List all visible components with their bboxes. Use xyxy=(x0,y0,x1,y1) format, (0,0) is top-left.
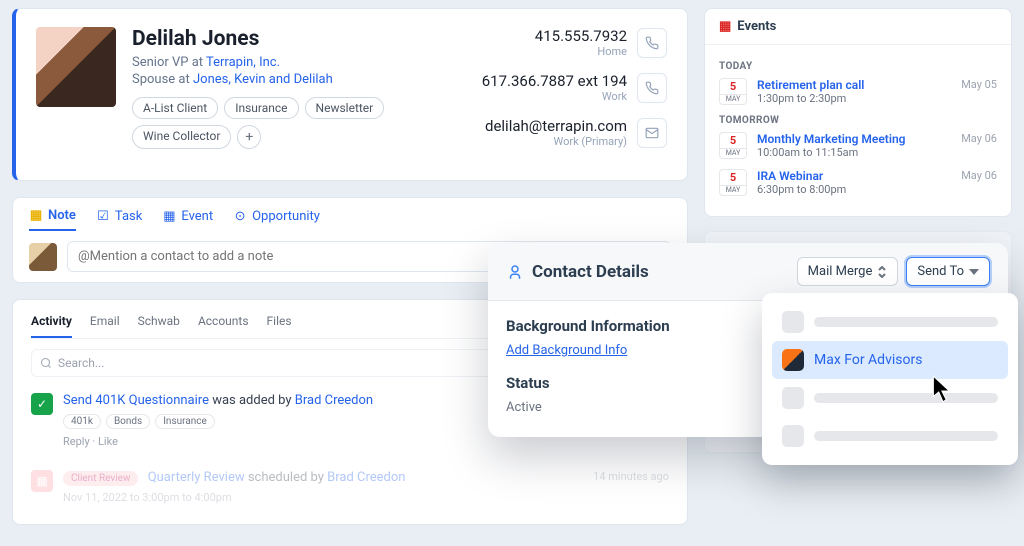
event-row[interactable]: 5MAY IRA Webinar 6:30pm to 8:00pm May 06 xyxy=(719,169,997,196)
activity-tab-email[interactable]: Email xyxy=(90,314,120,338)
contact-relation-line: Spouse at Jones, Kevin and Delilah xyxy=(132,72,482,87)
date-chip: 5MAY xyxy=(719,169,747,196)
dropdown-option-placeholder[interactable] xyxy=(772,379,1008,417)
phone-work-value: 617.366.7887 ext 194 xyxy=(482,72,627,90)
activity-tab-schwab[interactable]: Schwab xyxy=(138,314,180,338)
activity-text: scheduled by xyxy=(245,470,328,485)
task-icon: ☑ xyxy=(96,210,110,224)
add-tag-button[interactable]: + xyxy=(237,125,261,149)
activity-tab-accounts[interactable]: Accounts xyxy=(198,314,249,338)
dropdown-option-placeholder[interactable] xyxy=(772,303,1008,341)
email-label: Work (Primary) xyxy=(485,135,627,148)
contact-name: Delilah Jones xyxy=(132,27,482,51)
events-group-tomorrow: TOMORROW xyxy=(719,115,997,126)
activity-tab-files[interactable]: Files xyxy=(267,314,292,338)
tag[interactable]: Newsletter xyxy=(305,97,385,119)
contact-role-text: Senior VP at xyxy=(132,55,206,70)
event-time: 6:30pm to 8:00pm xyxy=(757,183,951,196)
activity-item: ▦ Client Review Quarterly Review schedul… xyxy=(31,464,669,510)
email-button[interactable] xyxy=(637,118,667,148)
mail-merge-label: Mail Merge xyxy=(808,264,873,279)
tab-opportunity[interactable]: ⊙ Opportunity xyxy=(233,208,320,231)
contact-tags: A-List Client Insurance Newsletter Wine … xyxy=(132,97,482,149)
tab-opportunity-label: Opportunity xyxy=(252,209,320,224)
tab-event-label: Event xyxy=(181,209,213,224)
dropdown-option-placeholder[interactable] xyxy=(772,417,1008,455)
sort-icon xyxy=(877,266,887,278)
contact-role-line: Senior VP at Terrapin, Inc. xyxy=(132,55,482,70)
current-user-avatar xyxy=(29,243,57,271)
activity-search-placeholder: Search... xyxy=(58,356,104,370)
activity-link[interactable]: Send 401K Questionnaire xyxy=(63,393,209,408)
activity-sub: Nov 11, 2022 to 3:00pm to 4:00pm xyxy=(63,491,583,504)
search-icon xyxy=(40,357,52,369)
events-group-today: TODAY xyxy=(719,61,997,72)
events-panel: ▦ Events TODAY 5MAY Retirement plan call… xyxy=(704,8,1012,217)
event-title: Monthly Marketing Meeting xyxy=(757,132,951,146)
send-to-label: Send To xyxy=(917,264,964,279)
call-work-button[interactable] xyxy=(637,73,667,103)
contact-company-link[interactable]: Terrapin, Inc. xyxy=(206,55,280,70)
event-icon: ▦ xyxy=(162,210,176,224)
event-title: Retirement plan call xyxy=(757,78,951,92)
tab-task[interactable]: ☑ Task xyxy=(96,208,142,231)
activity-title: Client Review Quarterly Review scheduled… xyxy=(63,470,583,485)
events-title: Events xyxy=(737,19,776,34)
phone-home-label: Home xyxy=(535,45,627,58)
contact-relation-text: Spouse at xyxy=(132,72,193,87)
activity-tag[interactable]: Insurance xyxy=(155,414,215,429)
event-date: May 05 xyxy=(961,78,997,91)
tag[interactable]: Wine Collector xyxy=(132,125,231,149)
contact-relation-link[interactable]: Jones, Kevin and Delilah xyxy=(193,72,333,87)
event-row[interactable]: 5MAY Monthly Marketing Meeting 10:00am t… xyxy=(719,132,997,159)
event-row[interactable]: 5MAY Retirement plan call 1:30pm to 2:30… xyxy=(719,78,997,105)
activity-link[interactable]: Quarterly Review xyxy=(148,470,245,485)
calendar-icon: ▦ xyxy=(719,19,731,34)
chevron-down-icon xyxy=(969,269,979,275)
activity-user-link[interactable]: Brad Creedon xyxy=(295,393,373,408)
activity-text: was added by xyxy=(209,393,295,408)
event-time: 1:30pm to 2:30pm xyxy=(757,92,951,105)
person-icon xyxy=(506,263,524,281)
phone-work-label: Work xyxy=(482,90,627,103)
mail-merge-button[interactable]: Mail Merge xyxy=(797,257,899,286)
date-chip: 5MAY xyxy=(719,132,747,159)
event-time: 10:00am to 11:15am xyxy=(757,146,951,159)
opportunity-icon: ⊙ xyxy=(233,210,247,224)
activity-badge-calendar-icon: ▦ xyxy=(31,470,53,492)
tab-note[interactable]: ▦ Note xyxy=(29,208,76,231)
tag[interactable]: A-List Client xyxy=(132,97,218,119)
tab-event[interactable]: ▦ Event xyxy=(162,208,213,231)
tag[interactable]: Insurance xyxy=(224,97,298,119)
contact-header-card: Delilah Jones Senior VP at Terrapin, Inc… xyxy=(12,8,688,181)
tab-note-label: Note xyxy=(48,208,76,223)
tab-task-label: Task xyxy=(115,209,142,224)
event-date: May 06 xyxy=(961,169,997,182)
activity-user-link[interactable]: Brad Creedon xyxy=(327,470,405,485)
send-to-dropdown: Max For Advisors xyxy=(762,293,1018,465)
activity-tab-activity[interactable]: Activity xyxy=(31,314,72,338)
email-value: delilah@terrapin.com xyxy=(485,117,627,135)
popover-title: Contact Details xyxy=(532,262,789,282)
call-home-button[interactable] xyxy=(637,28,667,58)
phone-home-value: 415.555.7932 xyxy=(535,27,627,45)
event-date: May 06 xyxy=(961,132,997,145)
event-title: IRA Webinar xyxy=(757,169,951,183)
date-chip: 5MAY xyxy=(719,78,747,105)
note-icon: ▦ xyxy=(29,209,43,223)
activity-tag[interactable]: Bonds xyxy=(106,414,150,429)
contact-details-popover: Contact Details Mail Merge Send To Backg… xyxy=(488,243,1008,437)
activity-badge-check-icon: ✓ xyxy=(31,393,53,415)
activity-pill: Client Review xyxy=(63,471,138,486)
max-icon xyxy=(782,349,804,371)
activity-time: 14 minutes ago xyxy=(593,470,669,483)
dropdown-option-max[interactable]: Max For Advisors xyxy=(772,341,1008,379)
dropdown-option-label: Max For Advisors xyxy=(814,352,922,368)
activity-tag[interactable]: 401k xyxy=(63,414,101,429)
send-to-button[interactable]: Send To xyxy=(906,257,990,286)
contact-avatar[interactable] xyxy=(36,27,116,107)
